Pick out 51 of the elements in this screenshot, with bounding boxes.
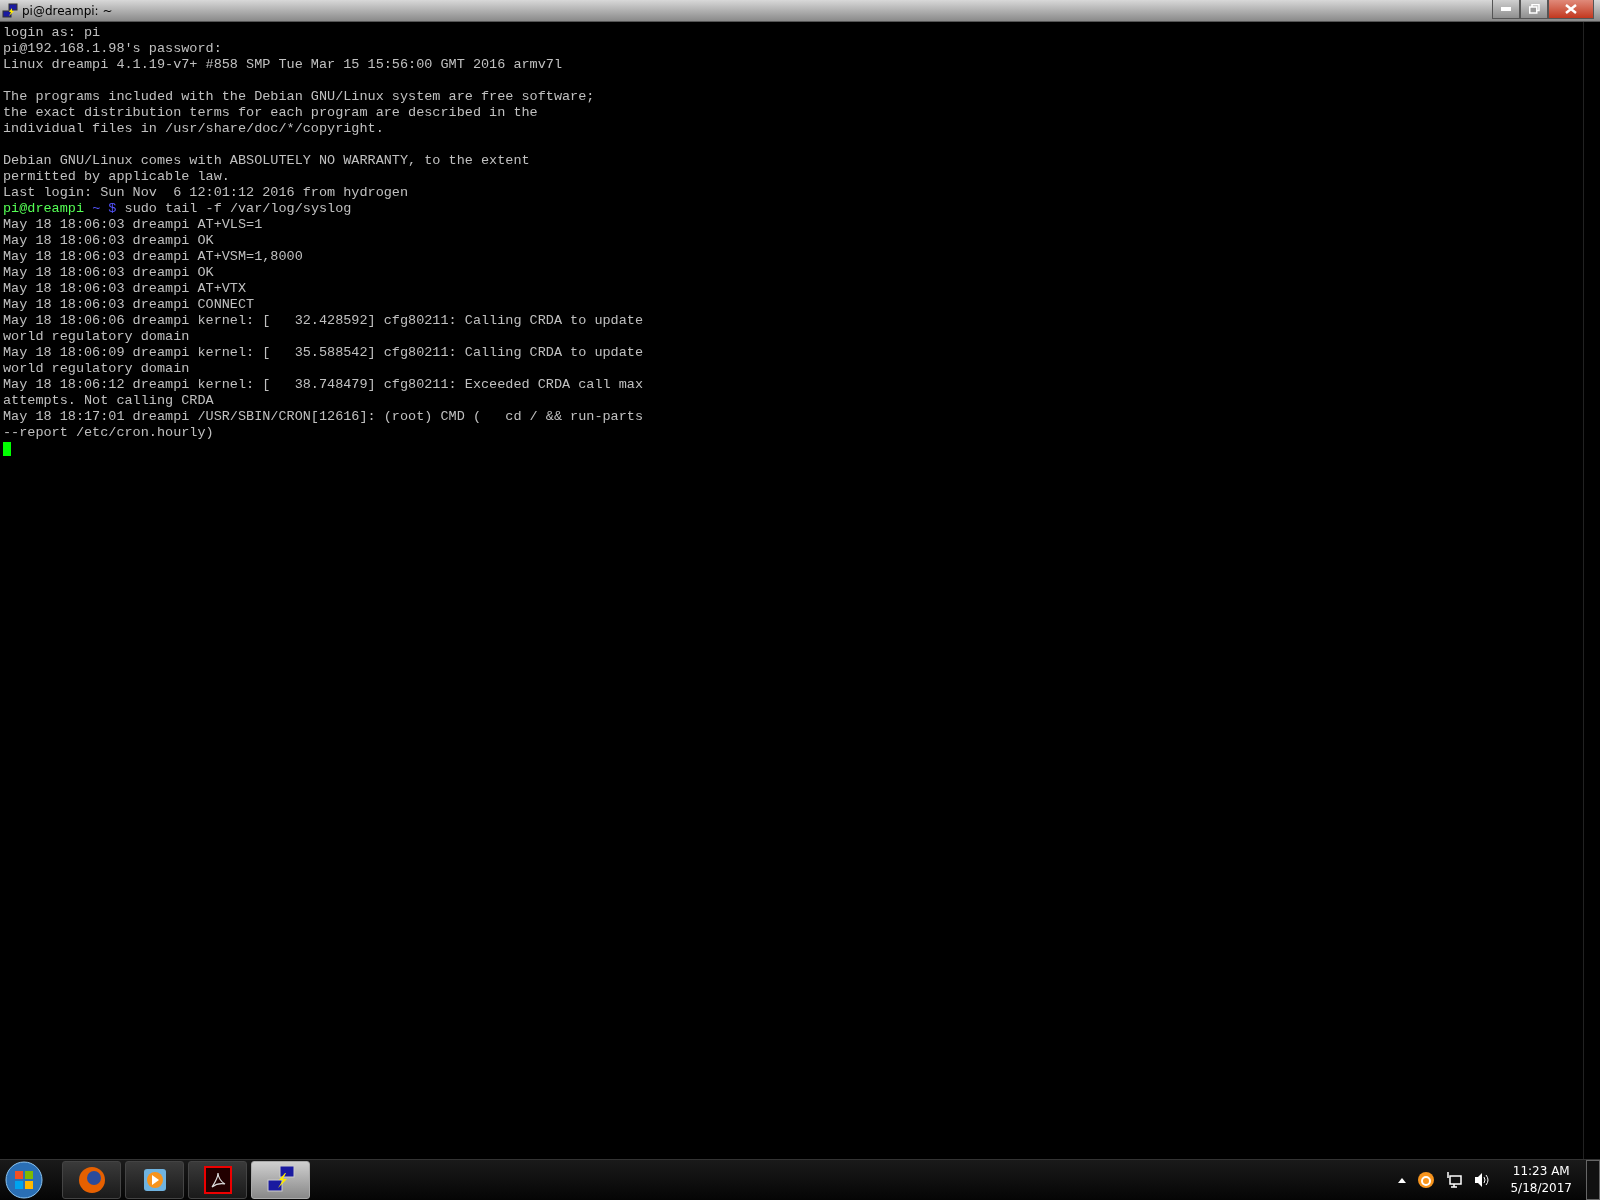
terminal-line: May 18 18:06:03 dreampi OK: [3, 233, 214, 248]
terminal-line: May 18 18:06:09 dreampi kernel: [ 35.588542] cfg80211: Calling CRDA to update: [3, 345, 643, 360]
terminal-line: May 18 18:06:03 dreampi AT+VSM=1,8000: [3, 249, 303, 264]
restore-button[interactable]: [1520, 0, 1548, 19]
text-cursor: [3, 442, 11, 456]
minimize-button[interactable]: [1492, 0, 1520, 19]
terminal-line: attempts. Not calling CRDA: [3, 393, 214, 408]
window-title: pi@dreampi: ~: [22, 3, 114, 18]
terminal-line: May 18 18:17:01 dreampi /USR/SBIN/CRON[12616]: (root) CMD ( cd / && run-parts: [3, 409, 643, 424]
minimize-icon: [1501, 7, 1511, 11]
windows-logo-icon: [5, 1161, 43, 1199]
terminal-line: individual files in /usr/share/doc/*/copyright.: [3, 121, 384, 136]
restore-icon: [1528, 4, 1540, 14]
network-icon[interactable]: [1446, 1172, 1463, 1188]
terminal-line: Linux dreampi 4.1.19-v7+ #858 SMP Tue Mar 15 15:56:00 GMT 2016 armv7l: [3, 57, 562, 72]
terminal-line: world regulatory domain: [3, 329, 190, 344]
close-icon: [1565, 4, 1577, 14]
taskbar-app-button[interactable]: [251, 1161, 310, 1199]
start-button[interactable]: [4, 1161, 44, 1199]
terminal-line: May 18 18:06:03 dreampi OK: [3, 265, 214, 280]
terminal-line: Debian GNU/Linux comes with ABSOLUTELY NO WARRANTY, to the extent: [3, 153, 530, 168]
terminal-line: permitted by applicable law.: [3, 169, 230, 184]
terminal-line: May 18 18:06:12 dreampi kernel: [ 38.748479] cfg80211: Exceeded CRDA call max: [3, 377, 643, 392]
terminal-line: the exact distribution terms for each program are described in the: [3, 105, 538, 120]
ring-icon[interactable]: [1418, 1172, 1435, 1188]
terminal-line: The programs included with the Debian GNU/Linux system are free software;: [3, 89, 595, 104]
clock[interactable]: 11:23 AM 5/18/2017: [1510, 1163, 1572, 1197]
up-triangle-icon[interactable]: [1398, 1177, 1407, 1183]
terminal-line: login as: pi: [3, 25, 101, 40]
terminal-line: --report /etc/cron.hourly): [3, 425, 214, 440]
prompt-symbol: $: [108, 201, 117, 216]
taskbar-app-button[interactable]: [188, 1161, 247, 1199]
terminal-line: world regulatory domain: [3, 361, 190, 376]
terminal-line: May 18 18:06:03 dreampi CONNECT: [3, 297, 255, 312]
terminal-line: Last login: Sun Nov 6 12:01:12 2016 from hydrogen: [3, 185, 409, 200]
close-button[interactable]: [1548, 0, 1594, 19]
speaker-icon[interactable]: [1474, 1172, 1491, 1188]
command-text: sudo tail -f /var/log/syslog: [124, 201, 352, 216]
terminal-line: pi@192.168.1.98's password:: [3, 41, 222, 56]
taskbar-app-button[interactable]: [125, 1161, 184, 1199]
globe-fox-icon: [76, 1165, 107, 1195]
terminal-line: May 18 18:06:03 dreampi AT+VLS=1: [3, 217, 263, 232]
computers-icon: [264, 1165, 297, 1195]
terminal-line: May 18 18:06:03 dreampi AT+VTX: [3, 281, 247, 296]
prompt-user-host: pi@dreampi: [3, 201, 84, 216]
taskbar-app-button[interactable]: [62, 1161, 121, 1199]
document-icon: [203, 1166, 232, 1194]
prompt-path: ~: [92, 201, 101, 216]
computers-icon: [2, 2, 18, 19]
show-desktop-button[interactable]: [1586, 1160, 1600, 1200]
terminal-line: May 18 18:06:06 dreampi kernel: [ 32.428592] cfg80211: Calling CRDA to update: [3, 313, 643, 328]
